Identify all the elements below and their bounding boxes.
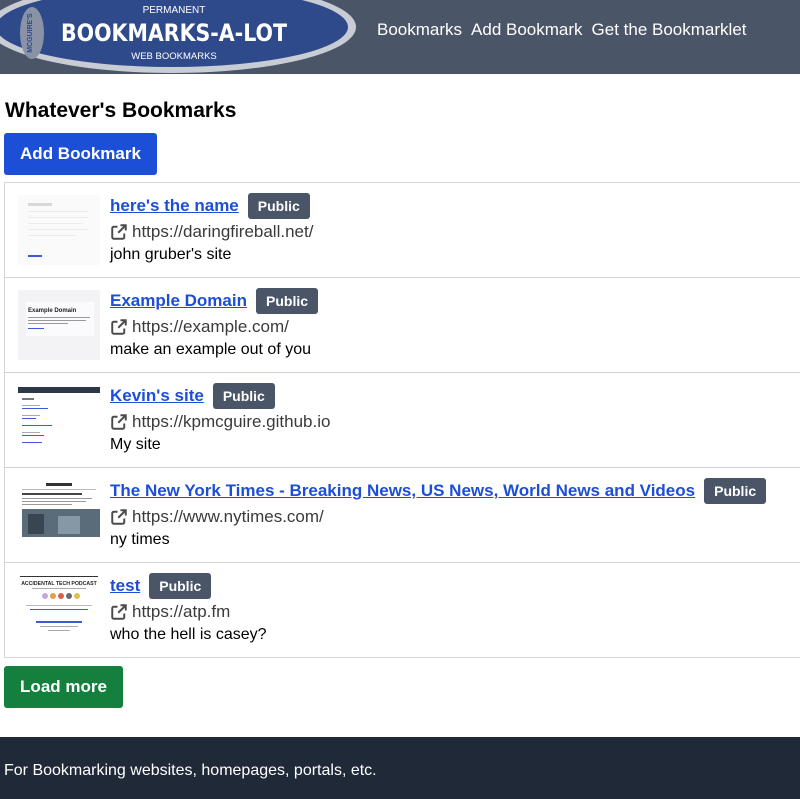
- example-domain-thumbnail-text: Example Domain: [28, 308, 77, 314]
- kevins-site-thumbnail[interactable]: [18, 385, 100, 455]
- public-badge: Public: [212, 383, 275, 409]
- atp-thumbnail[interactable]: ACCIDENTAL TECH PODCAST: [18, 575, 100, 645]
- bookmark-description: make an example out of you: [110, 341, 312, 358]
- public-badge: Public: [256, 288, 319, 314]
- bookmark-item: The New York Times - Breaking News, US N…: [4, 468, 800, 563]
- logo-bottom-text: WEB BOOKMARKS: [131, 51, 217, 62]
- bookmark-url: https://kpmcguire.github.io: [132, 412, 331, 431]
- bookmark-list: here's the name Public https://daringfir…: [4, 182, 800, 658]
- page-title: Whatever's Bookmarks: [5, 99, 237, 122]
- external-link-icon[interactable]: [110, 603, 128, 621]
- public-badge: Public: [247, 193, 310, 219]
- bookmark-item: ACCIDENTAL TECH PODCAST test Public http…: [4, 563, 800, 658]
- bookmark-description: ny times: [110, 531, 170, 548]
- atp-thumbnail-text: ACCIDENTAL TECH PODCAST: [21, 581, 97, 587]
- site-logo[interactable]: MCGUIRE'S PERMANENT BOOKMARKS-A-LOT WEB …: [0, 0, 358, 74]
- bookmark-title-link[interactable]: test: [110, 576, 140, 596]
- public-badge: Public: [149, 573, 212, 599]
- bookmark-description: My site: [110, 436, 161, 453]
- bookmark-url: https://example.com/: [132, 317, 289, 336]
- external-link-icon[interactable]: [110, 508, 128, 526]
- bookmark-title-link[interactable]: here's the name: [110, 196, 239, 216]
- bookmark-item: Example Domain Example Domain Public htt…: [4, 278, 800, 373]
- bookmark-description: who the hell is casey?: [110, 626, 267, 643]
- logo-seal-text: MCGUIRE'S: [27, 13, 34, 53]
- footer-text: For Bookmarking websites, homepages, por…: [4, 762, 377, 779]
- bookmark-url: https://www.nytimes.com/: [132, 507, 324, 526]
- site-footer: For Bookmarking websites, homepages, por…: [0, 737, 800, 799]
- main-nav: Bookmarks Add Bookmark Get the Bookmarkl…: [377, 20, 747, 40]
- bookmark-title-link[interactable]: Kevin's site: [110, 386, 204, 406]
- bookmark-title-link[interactable]: Example Domain: [110, 291, 247, 311]
- bookmark-item: here's the name Public https://daringfir…: [4, 183, 800, 278]
- add-bookmark-button[interactable]: Add Bookmark: [4, 133, 157, 175]
- example-domain-thumbnail[interactable]: Example Domain: [18, 290, 100, 360]
- nytimes-thumbnail[interactable]: [18, 480, 100, 550]
- site-header: MCGUIRE'S PERMANENT BOOKMARKS-A-LOT WEB …: [0, 0, 800, 74]
- external-link-icon[interactable]: [110, 413, 128, 431]
- logo-top-text: PERMANENT: [143, 5, 206, 16]
- bookmark-description: john gruber's site: [110, 246, 232, 263]
- load-more-button[interactable]: Load more: [4, 666, 123, 708]
- bookmark-url: https://atp.fm: [132, 602, 231, 621]
- nav-get-bookmarklet[interactable]: Get the Bookmarklet: [592, 20, 747, 40]
- bookmark-title-link[interactable]: The New York Times - Breaking News, US N…: [110, 481, 695, 501]
- nav-add-bookmark[interactable]: Add Bookmark: [471, 20, 583, 40]
- nav-bookmarks[interactable]: Bookmarks: [377, 20, 462, 40]
- bookmark-url: https://daringfireball.net/: [132, 222, 314, 241]
- external-link-icon[interactable]: [110, 318, 128, 336]
- logo-main-text: BOOKMARKS-A-LOT: [61, 19, 288, 47]
- logo-seal-icon: MCGUIRE'S: [20, 7, 44, 59]
- bookmark-item: Kevin's site Public https://kpmcguire.gi…: [4, 373, 800, 468]
- public-badge: Public: [704, 478, 767, 504]
- daringfireball-thumbnail[interactable]: [18, 195, 100, 265]
- external-link-icon[interactable]: [110, 223, 128, 241]
